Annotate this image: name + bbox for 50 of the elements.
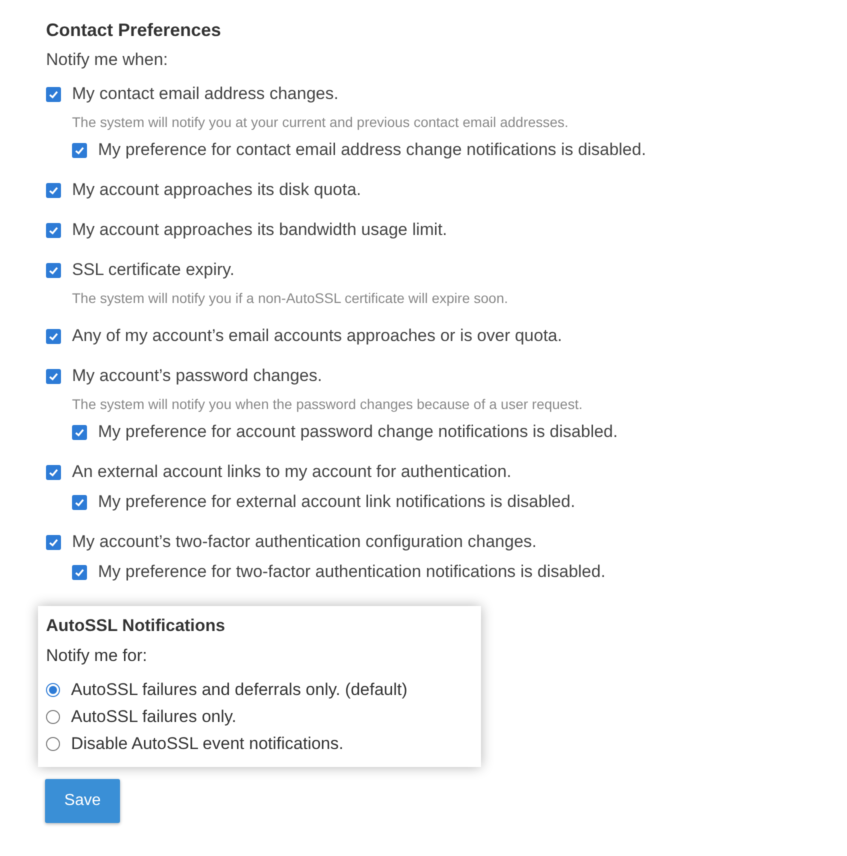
checkbox[interactable] [46, 222, 61, 238]
checkbox-label: My preference for contact email address change notifications is disabled. [98, 139, 646, 162]
checkmark-icon [74, 144, 85, 156]
checkmark-icon [48, 88, 59, 100]
radio-label: AutoSSL failures and deferrals only. (default) [71, 678, 408, 701]
section-intro: Notify me when: [46, 49, 169, 71]
checkmark-icon [48, 264, 59, 276]
checkmark-icon [48, 536, 59, 548]
checkbox[interactable] [72, 564, 87, 580]
checkmark-icon [74, 566, 85, 578]
section-title: Contact Preferences [46, 19, 222, 42]
help-text: The system will notify you when the password changes because of a user request. [72, 395, 584, 414]
checkmark-icon [48, 466, 59, 478]
save-button[interactable]: Save [45, 779, 120, 823]
help-text: The system will notify you at your current and previous contact email addresses. [72, 113, 570, 132]
checkbox-label: My preference for two-factor authentication notifications is disabled. [98, 561, 606, 584]
checkbox[interactable] [46, 182, 61, 198]
section-title: AutoSSL Notifications [46, 615, 226, 637]
checkbox[interactable] [46, 464, 61, 480]
checkbox[interactable] [46, 534, 61, 550]
checkbox[interactable] [72, 494, 87, 510]
radio-button[interactable] [46, 736, 60, 750]
checkbox-label: Any of my account’s email accounts approaches or is over quota. [72, 325, 562, 348]
checkbox[interactable] [72, 424, 87, 440]
checkmark-icon [48, 370, 59, 382]
checkbox[interactable] [46, 262, 61, 278]
checkmark-icon [74, 496, 85, 508]
checkbox[interactable] [46, 328, 61, 344]
radio-label: Disable AutoSSL event notifications. [71, 732, 344, 755]
section-intro: Notify me for: [46, 645, 148, 667]
checkmark-icon [48, 224, 59, 236]
radio-button[interactable] [46, 710, 60, 724]
checkbox-label: An external account links to my account for authentication. [72, 461, 512, 484]
checkbox-label: My account approaches its bandwidth usage limit. [72, 219, 448, 242]
checkbox[interactable] [72, 142, 87, 158]
checkmark-icon [74, 426, 85, 438]
checkmark-icon [48, 184, 59, 196]
radio-button[interactable] [46, 682, 60, 696]
checkbox-label: My preference for account password change notifications is disabled. [98, 421, 618, 444]
checkbox-label: My account’s password changes. [72, 365, 322, 388]
checkbox-label: SSL certificate expiry. [72, 259, 235, 282]
checkbox-label: My account approaches its disk quota. [72, 179, 362, 202]
checkbox-label: My contact email address changes. [72, 83, 338, 106]
radio-label: AutoSSL failures only. [71, 706, 236, 728]
checkmark-icon [48, 330, 59, 342]
checkbox[interactable] [46, 368, 61, 384]
checkbox-label: My account’s two-factor authentication configuration changes. [72, 531, 537, 554]
checkbox[interactable] [46, 86, 61, 102]
checkbox-label: My preference for external account link notifications is disabled. [98, 491, 576, 514]
help-text: The system will notify you if a non-AutoSSL certificate will expire soon. [72, 289, 510, 308]
